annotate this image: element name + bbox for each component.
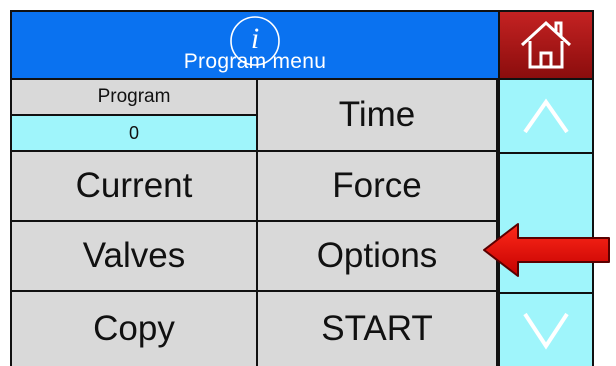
- chevron-down-icon: [523, 312, 569, 350]
- program-label: Program: [12, 80, 256, 114]
- current-button[interactable]: Current: [12, 152, 258, 222]
- valves-button[interactable]: Valves: [12, 222, 258, 292]
- options-button[interactable]: Options: [258, 222, 498, 292]
- red-arrow-icon: [483, 223, 610, 277]
- program-menu-panel: i Program menu Program 0 Time Current Fo…: [10, 10, 594, 366]
- time-button[interactable]: Time: [258, 80, 498, 152]
- page-title: Program menu: [183, 50, 327, 73]
- header-bar: i Program menu: [12, 12, 498, 80]
- copy-button[interactable]: Copy: [12, 292, 258, 366]
- home-button[interactable]: [498, 12, 592, 80]
- menu-grid: Program 0 Time Current Force Valves Opti…: [12, 80, 498, 366]
- force-button[interactable]: Force: [258, 152, 498, 222]
- chevron-up-icon: [523, 98, 569, 134]
- scroll-up-button[interactable]: [500, 80, 592, 154]
- start-button[interactable]: START: [258, 292, 498, 366]
- program-value-field[interactable]: 0: [12, 114, 256, 150]
- scroll-down-button[interactable]: [500, 292, 592, 366]
- program-selector[interactable]: Program 0: [12, 80, 258, 152]
- home-icon: [520, 20, 572, 69]
